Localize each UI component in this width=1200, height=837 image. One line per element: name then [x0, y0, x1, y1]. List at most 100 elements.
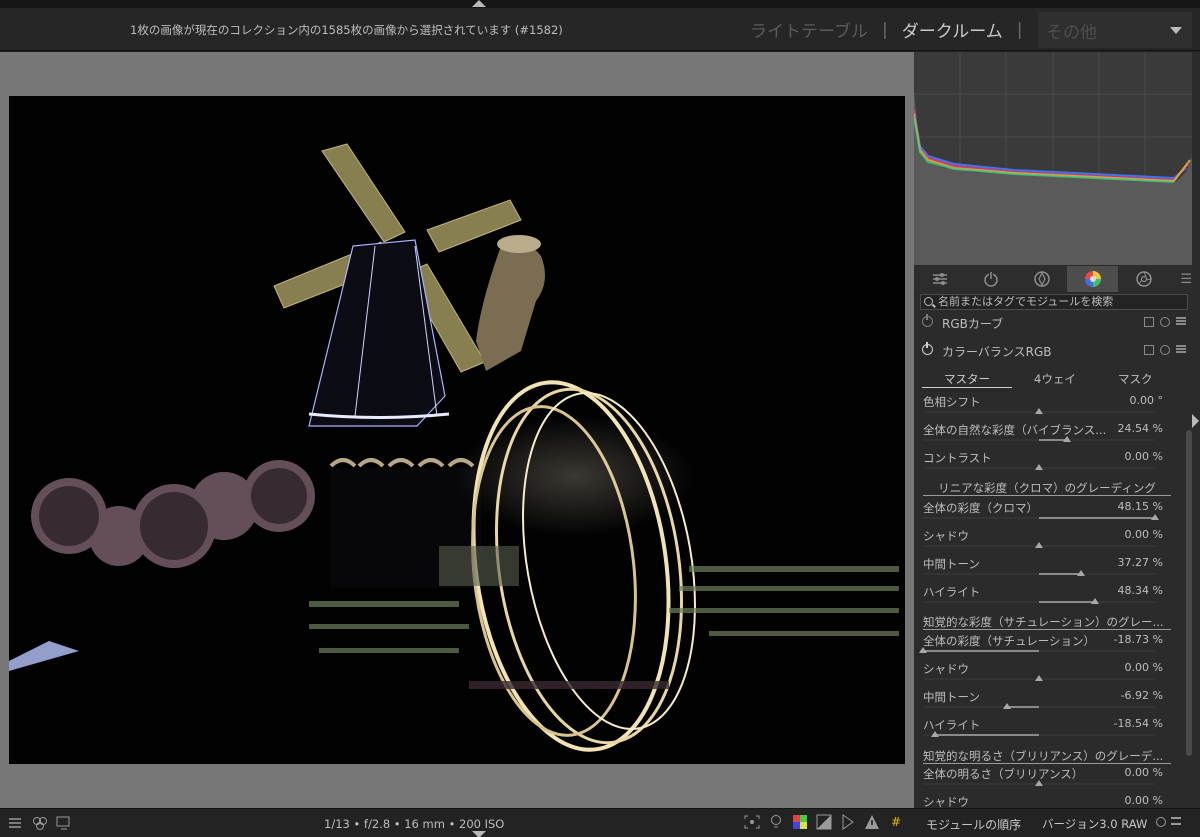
reset-icon[interactable]	[1160, 317, 1170, 327]
slider-track[interactable]	[919, 647, 1155, 653]
slider-track[interactable]	[923, 780, 1155, 786]
slider-handle[interactable]	[930, 731, 939, 737]
module-color-balance-rgb[interactable]: カラーバランスRGB	[914, 340, 1192, 362]
presets-icon[interactable]	[1176, 345, 1186, 353]
slider-track[interactable]	[923, 464, 1155, 470]
collapse-top-arrow-icon[interactable]	[472, 0, 486, 7]
slider-value[interactable]: -18.54 %	[1114, 717, 1163, 730]
slider-label: 全体の彩度（クロマ）	[923, 501, 1038, 515]
presets-icon[interactable]	[1176, 317, 1186, 325]
display-icon[interactable]	[56, 815, 70, 830]
slider-handle[interactable]	[919, 647, 927, 653]
slider-handle[interactable]	[1076, 570, 1085, 576]
chroma-shadows-slider[interactable]: シャドウ 0.00 %	[923, 528, 1163, 555]
reset-icon[interactable]	[1156, 817, 1166, 827]
slider-track[interactable]	[923, 731, 1155, 737]
copy-icon[interactable]	[1144, 317, 1154, 327]
power-icon[interactable]	[922, 314, 933, 327]
version-label: バージョン3.0 RAW	[1042, 817, 1148, 831]
slider-handle[interactable]	[1151, 514, 1159, 520]
slider-label: コントラスト	[923, 451, 992, 465]
slider-value[interactable]: 0.00 %	[1125, 450, 1163, 463]
softproof-icon[interactable]	[792, 814, 808, 830]
top-panel-edge[interactable]	[0, 0, 1200, 8]
global-saturation-slider[interactable]: 全体の彩度（サチュレーション） -18.73 %	[919, 633, 1163, 660]
global-brilliance-slider[interactable]: 全体の明るさ（ブリリアンス） 0.00 %	[923, 766, 1163, 793]
slider-handle[interactable]	[1035, 542, 1043, 548]
tab-4ways[interactable]: 4ウェイ	[1034, 371, 1076, 387]
slider-handle[interactable]	[1035, 408, 1043, 414]
aperture-icon	[1135, 271, 1152, 287]
slider-value[interactable]: 48.34 %	[1118, 584, 1163, 597]
gamut-check-icon[interactable]	[816, 814, 832, 830]
guides-icon[interactable]: #	[888, 814, 904, 830]
active-modules-tab[interactable]	[965, 266, 1016, 292]
slider-handle[interactable]	[1002, 703, 1011, 709]
slider-handle[interactable]	[1035, 780, 1043, 786]
effects-tab[interactable]	[1118, 266, 1169, 292]
slider-value[interactable]: 0.00 %	[1125, 766, 1163, 779]
module-search-input[interactable]: 名前またはタグでモジュールを検索	[920, 294, 1188, 310]
contrast-slider[interactable]: コントラスト 0.00 %	[923, 450, 1163, 477]
hamburger-menu-icon[interactable]	[8, 815, 22, 829]
slider-handle[interactable]	[1090, 598, 1099, 604]
slider-value[interactable]: 37.27 %	[1118, 556, 1163, 569]
view-darkroom[interactable]: ダークルーム	[902, 17, 1003, 42]
hue-shift-slider[interactable]: 色相シフト 0.00 °	[923, 394, 1163, 421]
global-chroma-slider[interactable]: 全体の彩度（クロマ） 48.15 %	[923, 500, 1163, 527]
slider-track[interactable]	[923, 408, 1155, 414]
module-rgb-curve[interactable]: RGBカーブ	[914, 312, 1192, 334]
sliders-tab[interactable]	[914, 266, 965, 292]
chroma-highlights-slider[interactable]: ハイライト 48.34 %	[923, 584, 1163, 611]
slider-value[interactable]: 0.00 %	[1125, 794, 1163, 807]
collapse-bottom-arrow-icon[interactable]	[472, 831, 486, 837]
saturation-shadows-slider[interactable]: シャドウ 0.00 %	[923, 661, 1163, 688]
power-icon[interactable]	[922, 342, 933, 355]
slider-track[interactable]	[923, 703, 1155, 709]
collapse-right-arrow-icon[interactable]	[1192, 414, 1199, 428]
chroma-midtones-slider[interactable]: 中間トーン 37.27 %	[923, 556, 1163, 583]
tab-master[interactable]: マスター	[944, 371, 990, 387]
slider-fill	[1039, 601, 1095, 603]
slider-value[interactable]: 48.15 %	[1118, 500, 1163, 513]
slider-value[interactable]: 0.00 %	[1125, 661, 1163, 674]
focus-peaking-icon[interactable]	[744, 814, 760, 830]
view-lighttable[interactable]: ライトテーブル	[750, 17, 868, 42]
global-vibrance-slider[interactable]: 全体の自然な彩度（バイブランス... 24.54 %	[923, 422, 1163, 449]
color-tab[interactable]	[1067, 266, 1118, 292]
slider-track[interactable]	[923, 542, 1155, 548]
slider-track[interactable]	[923, 675, 1155, 681]
presets-icon[interactable]	[1171, 817, 1181, 825]
saturation-highlights-slider[interactable]: ハイライト -18.54 %	[923, 717, 1163, 744]
reset-icon[interactable]	[1160, 345, 1170, 355]
slider-value[interactable]: -6.92 %	[1121, 689, 1163, 702]
slider-handle[interactable]	[1035, 675, 1043, 681]
color-assessment-icon[interactable]	[840, 814, 856, 830]
slider-value[interactable]: 0.00 °	[1130, 394, 1164, 407]
panel-scrollbar[interactable]	[1186, 430, 1192, 756]
module-order-label[interactable]: モジュールの順序	[926, 816, 1021, 833]
slider-value[interactable]: 24.54 %	[1118, 422, 1163, 435]
image-canvas[interactable]	[9, 96, 905, 764]
slider-track[interactable]	[923, 436, 1155, 442]
slider-value[interactable]: 0.00 %	[1125, 528, 1163, 541]
technical-tab[interactable]	[1016, 266, 1067, 292]
hamburger-menu-icon[interactable]: ☰	[1180, 272, 1192, 287]
slider-value[interactable]: -18.73 %	[1114, 633, 1163, 646]
bulb-icon[interactable]	[768, 814, 784, 830]
slider-handle[interactable]	[1035, 464, 1043, 470]
slider-track[interactable]	[923, 514, 1159, 520]
saturation-midtones-slider[interactable]: 中間トーン -6.92 %	[923, 689, 1163, 716]
styles-icon[interactable]	[32, 815, 47, 830]
view-separator: |	[1016, 19, 1023, 40]
tab-masks[interactable]: マスク	[1118, 371, 1153, 387]
overexposed-warning-icon[interactable]	[864, 814, 880, 830]
center-view	[0, 52, 914, 808]
slider-handle[interactable]	[1062, 436, 1071, 442]
histogram[interactable]	[914, 52, 1192, 265]
slider-track[interactable]	[923, 570, 1155, 576]
copy-icon[interactable]	[1144, 345, 1154, 355]
slider-label: 中間トーン	[923, 690, 980, 704]
slider-track[interactable]	[923, 598, 1155, 604]
other-views-dropdown[interactable]: その他	[1038, 12, 1192, 48]
